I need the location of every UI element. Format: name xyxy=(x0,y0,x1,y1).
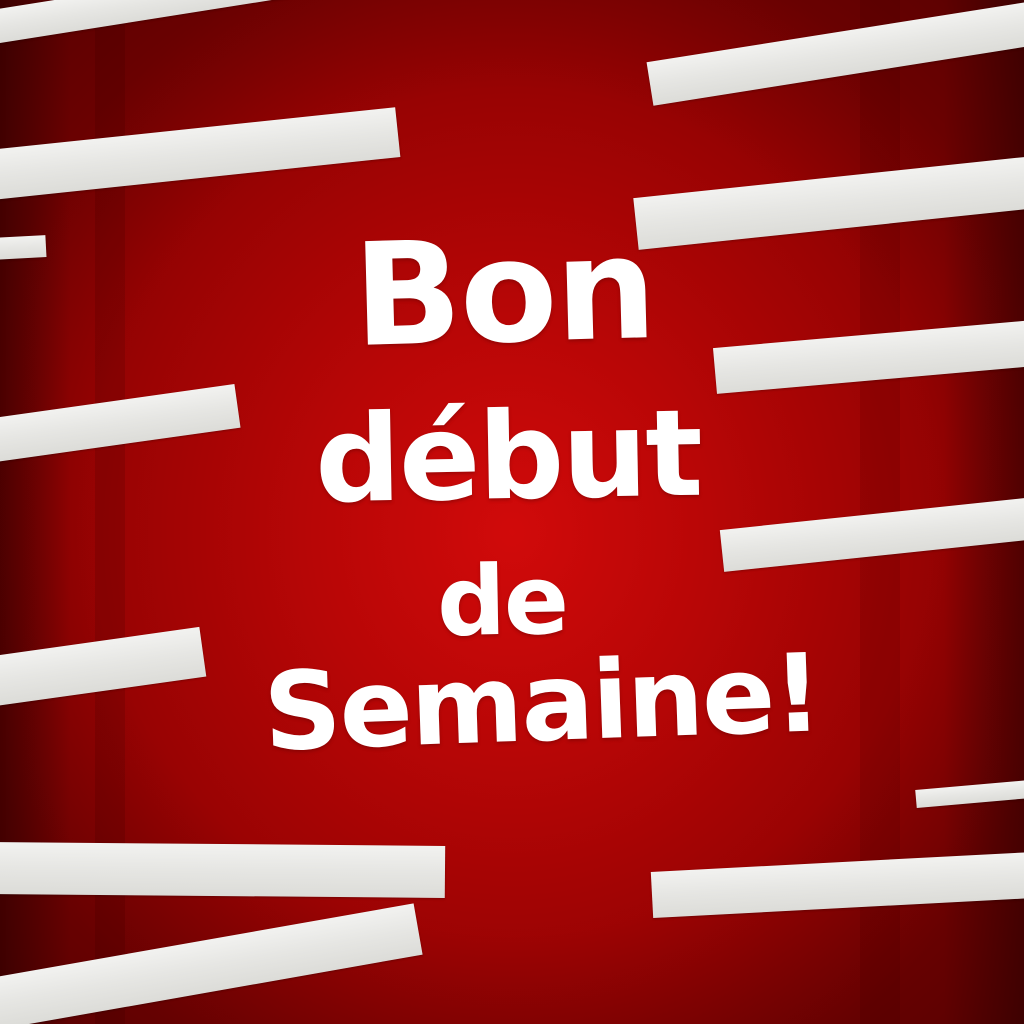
tape-strip xyxy=(633,155,1024,250)
tape-strip xyxy=(0,842,446,898)
tape-strip xyxy=(915,779,1024,808)
tape-strip xyxy=(0,235,47,260)
tape-strip xyxy=(0,626,207,708)
tape-strip xyxy=(0,107,401,200)
tape-strip xyxy=(712,319,1024,394)
tape-strip xyxy=(0,0,319,46)
tape-strip xyxy=(0,384,241,464)
tape-strip xyxy=(650,851,1024,918)
tape-strip xyxy=(646,0,1024,106)
tape-strip xyxy=(0,903,423,1024)
greeting-card: Bon début de Semaine! xyxy=(0,0,1024,1024)
tape-strip xyxy=(719,496,1024,572)
